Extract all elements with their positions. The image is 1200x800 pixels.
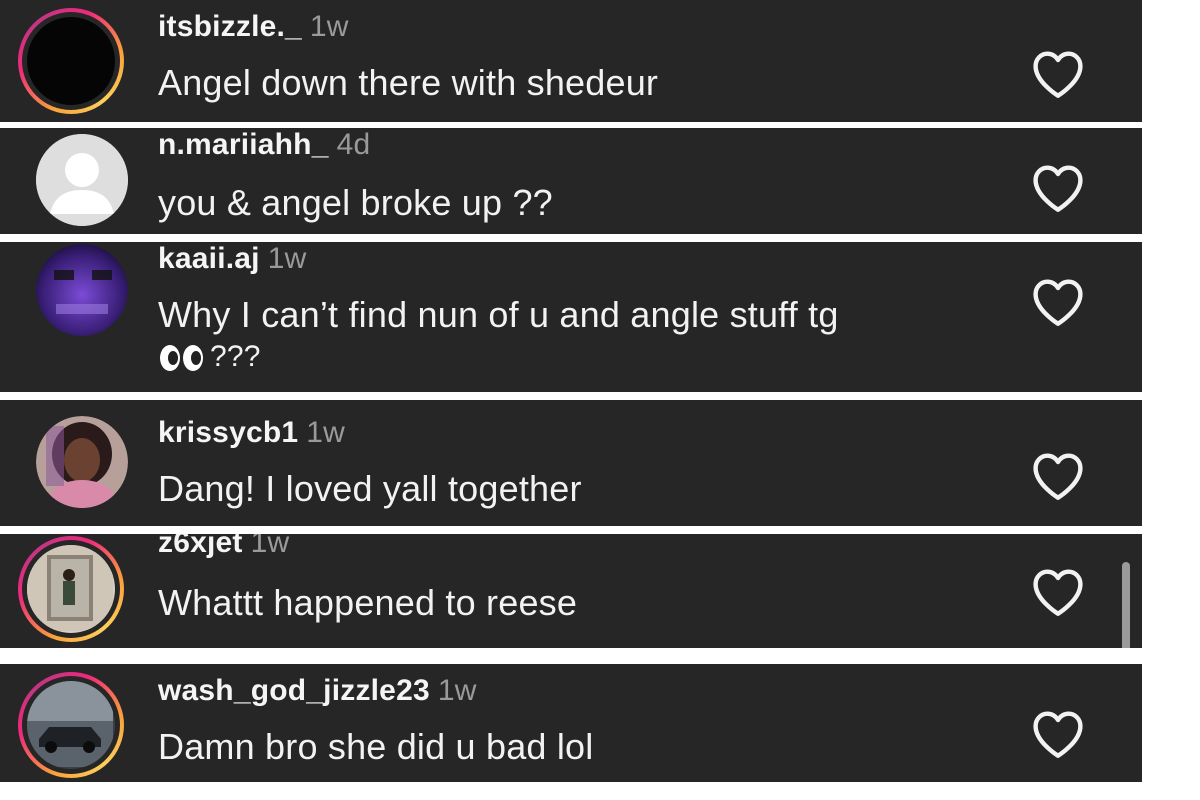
avatar[interactable]: [36, 244, 128, 336]
comment-text: Damn bro she did u bad lol: [158, 726, 594, 767]
comment-text: Dang! I loved yall together: [158, 468, 582, 509]
comment-item: kaaii.aj 1w Why I can’t find nun of u and…: [0, 242, 1142, 392]
avatar[interactable]: [18, 672, 124, 778]
comment-text: Why I can’t find nun of u and angle stuf…: [158, 294, 839, 335]
avatar[interactable]: [36, 416, 128, 508]
heart-outline-icon[interactable]: [1030, 566, 1086, 618]
comment-text-continued: ???: [158, 340, 261, 374]
comment-item: n.mariiahh_ 4d you & angel broke up ??: [0, 128, 1142, 234]
comment-item: z6xjet 1w Whattt happened to reese: [0, 534, 1142, 648]
comment-item: wash_god_jizzle23 1w Damn bro she did u b…: [0, 664, 1142, 782]
comment-text: Angel down there with shedeur: [158, 62, 659, 103]
heart-outline-icon[interactable]: [1030, 162, 1086, 214]
avatar-photo: [27, 545, 113, 631]
comment-timestamp: 1w: [250, 534, 290, 559]
comment-timestamp: 1w: [309, 10, 349, 43]
comment-username[interactable]: n.mariiahh_: [158, 128, 329, 161]
comment-username[interactable]: kaaii.aj: [158, 242, 260, 275]
eyes-emoji-icon: [160, 345, 203, 372]
comment-timestamp: 4d: [336, 128, 371, 161]
comment-username[interactable]: z6xjet: [158, 534, 243, 559]
comment-timestamp: 1w: [267, 242, 307, 275]
heart-outline-icon[interactable]: [1030, 450, 1086, 502]
avatar-photo: [36, 416, 128, 508]
comment-text-tail: ???: [210, 340, 261, 373]
comment-text: Whattt happened to reese: [158, 582, 578, 623]
avatar[interactable]: [18, 536, 124, 642]
avatar-photo: [36, 244, 128, 336]
heart-outline-icon[interactable]: [1030, 276, 1086, 328]
comment-timestamp: 1w: [306, 416, 345, 449]
comment-text: you & angel broke up ??: [158, 182, 553, 223]
comment-username[interactable]: krissycb1: [158, 416, 298, 449]
heart-outline-icon[interactable]: [1030, 708, 1086, 760]
comment-timestamp: 1w: [437, 674, 477, 707]
avatar[interactable]: [36, 134, 128, 226]
heart-outline-icon[interactable]: [1030, 48, 1086, 100]
comment-item: krissycb1 1w Dang! I loved yall together: [0, 400, 1142, 526]
comment-item: itsbizzle._ 1w Angel down there with shed…: [0, 0, 1142, 122]
avatar[interactable]: [18, 8, 124, 114]
scrollbar[interactable]: [1122, 562, 1130, 648]
default-avatar-icon: [36, 134, 128, 226]
comment-username[interactable]: wash_god_jizzle23: [158, 674, 430, 707]
comment-username[interactable]: itsbizzle._: [158, 10, 302, 43]
avatar-photo: [27, 681, 113, 767]
